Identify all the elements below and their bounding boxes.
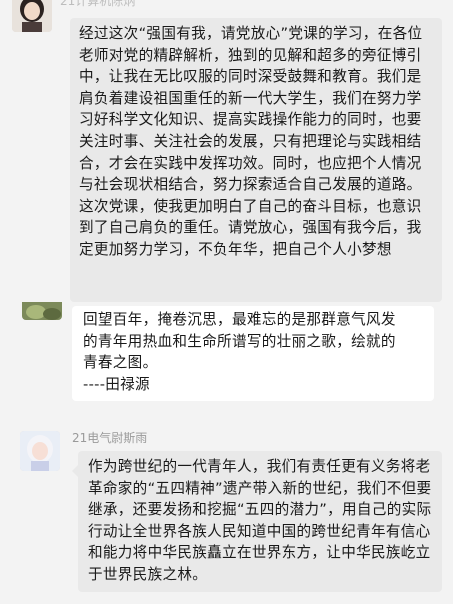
avatar-landscape-icon bbox=[22, 302, 62, 320]
message-bubble[interactable]: 作为跨世纪的一代青年人，我们有责任更有义务将老革命家的“五四精神”遗产带入新的世… bbox=[72, 451, 442, 592]
message-bubble[interactable]: 经过这次“强国有我，请党放心”党课的学习，在各位老师对党的精辟解析，独到的见解和… bbox=[70, 18, 442, 302]
avatar-anime-girl-icon bbox=[20, 431, 60, 471]
message-line: 的青年用热血和生命所谱写的壮丽之歌，绘就的 bbox=[83, 332, 396, 350]
message-line: 回望百年，掩卷沉思，最难忘的是那群意气风发 bbox=[83, 311, 396, 328]
avatar[interactable] bbox=[12, 0, 52, 32]
sender-name: 21电气尉斯雨 bbox=[72, 431, 148, 445]
avatar[interactable] bbox=[22, 302, 62, 320]
avatar-girl-icon bbox=[12, 0, 52, 32]
message-line: 青春之图。 bbox=[83, 354, 158, 372]
avatar[interactable] bbox=[20, 431, 60, 471]
message-bubble[interactable]: 回望百年，掩卷沉思，最难忘的是那群意气风发 的青年用热血和生命所谱写的壮丽之歌，… bbox=[72, 306, 434, 402]
message-text: 作为跨世纪的一代青年人，我们有责任更有义务将老革命家的“五四精神”遗产带入新的世… bbox=[88, 458, 432, 583]
message-text: 经过这次“强国有我，请党放心”党课的学习，在各位老师对党的精辟解析，独到的见解和… bbox=[79, 25, 423, 258]
sender-name: 21计算机陈炳 bbox=[60, 0, 136, 8]
message-line: ----田禄源 bbox=[83, 375, 150, 393]
